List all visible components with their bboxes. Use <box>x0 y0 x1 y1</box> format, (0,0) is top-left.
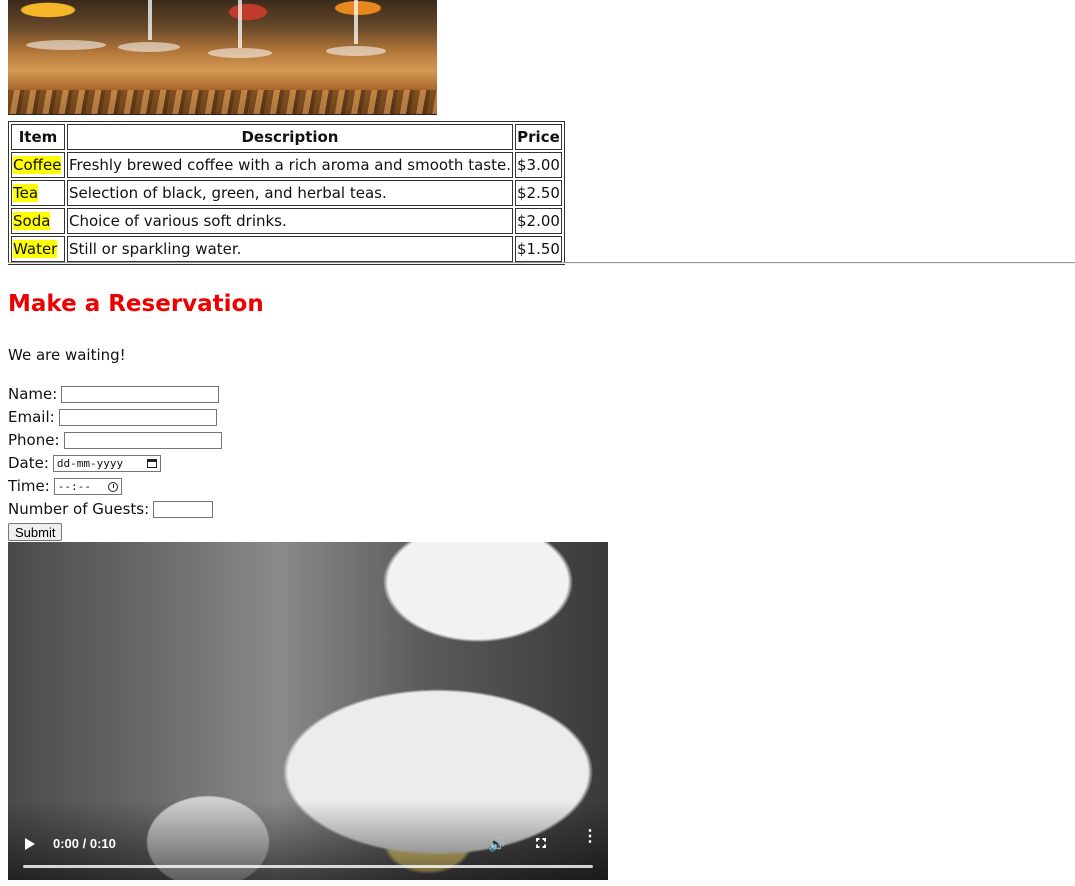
price-cell: $2.50 <box>514 180 562 206</box>
time-field[interactable]: --:-- <box>53 478 122 495</box>
price-cell: $1.50 <box>514 236 562 262</box>
more-options-icon[interactable]: ⋮ <box>582 829 598 845</box>
date-label: Date: <box>8 454 49 472</box>
phone-label: Phone: <box>8 431 60 449</box>
price-cell: $3.00 <box>514 152 562 178</box>
table-header-row: Item Description Price <box>11 124 562 150</box>
item-name: Coffee <box>13 156 62 174</box>
description-cell: Still or sparkling water. <box>67 236 513 262</box>
description-cell: Choice of various soft drinks. <box>67 208 513 234</box>
section-divider <box>8 262 1075 264</box>
submit-button[interactable]: Submit <box>8 523 63 541</box>
item-cell: Coffee <box>11 152 65 178</box>
time-placeholder: --:-- <box>57 480 91 493</box>
date-field[interactable]: dd-mm-yyyy <box>52 455 161 472</box>
name-row: Name: <box>8 383 222 406</box>
name-field[interactable] <box>61 386 220 403</box>
email-label: Email: <box>8 408 55 426</box>
reservation-lead: We are waiting! <box>8 346 126 364</box>
phone-field[interactable] <box>63 432 222 449</box>
chef-video[interactable]: 0:00 / 0:10 🔊 ⋮ <box>8 542 608 880</box>
menu-table: Item Description Price Coffee Freshly br… <box>8 121 565 265</box>
table-row: Coffee Freshly brewed coffee with a rich… <box>11 152 562 178</box>
clock-icon[interactable] <box>107 481 118 492</box>
column-header-price: Price <box>514 124 562 150</box>
guests-field[interactable] <box>153 501 214 518</box>
description-cell: Freshly brewed coffee with a rich aroma … <box>67 152 513 178</box>
phone-row: Phone: <box>8 429 222 452</box>
item-name: Water <box>13 240 58 258</box>
reservation-form: Name: Email: Phone: Date: dd-mm-yyyy Tim… <box>8 383 222 521</box>
date-row: Date: dd-mm-yyyy <box>8 452 222 475</box>
time-label: Time: <box>8 477 50 495</box>
guests-row: Number of Guests: <box>8 498 222 521</box>
table-row: Water Still or sparkling water. $1.50 <box>11 236 562 262</box>
drinks-tray-image <box>8 0 437 115</box>
play-icon[interactable] <box>25 838 35 850</box>
time-row: Time: --:-- <box>8 475 222 498</box>
description-cell: Selection of black, green, and herbal te… <box>67 180 513 206</box>
volume-icon[interactable]: 🔊 <box>488 836 505 853</box>
email-field[interactable] <box>58 409 217 426</box>
date-placeholder: dd-mm-yyyy <box>56 457 124 470</box>
email-row: Email: <box>8 406 222 429</box>
item-cell: Tea <box>11 180 65 206</box>
item-cell: Soda <box>11 208 65 234</box>
item-name: Soda <box>13 212 51 230</box>
video-time-readout: 0:00 / 0:10 <box>53 836 116 851</box>
video-controls: 0:00 / 0:10 🔊 ⋮ <box>8 824 608 880</box>
table-row: Tea Selection of black, green, and herba… <box>11 180 562 206</box>
fullscreen-icon[interactable] <box>536 838 546 848</box>
column-header-item: Item <box>11 124 65 150</box>
column-header-description: Description <box>67 124 513 150</box>
video-progress-bar[interactable] <box>23 865 593 868</box>
item-name: Tea <box>13 184 39 202</box>
calendar-icon[interactable] <box>146 459 157 468</box>
price-cell: $2.00 <box>514 208 562 234</box>
table-row: Soda Choice of various soft drinks. $2.0… <box>11 208 562 234</box>
item-cell: Water <box>11 236 65 262</box>
guests-label: Number of Guests: <box>8 500 150 518</box>
name-label: Name: <box>8 385 58 403</box>
reservation-title: Make a Reservation <box>8 291 264 317</box>
